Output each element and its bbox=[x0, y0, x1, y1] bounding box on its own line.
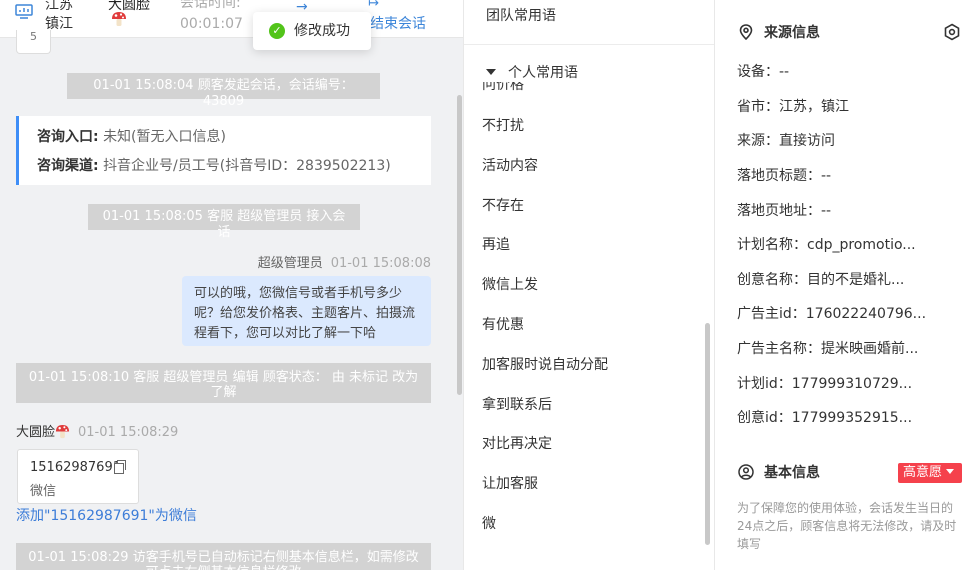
toast-message: 修改成功 bbox=[294, 23, 350, 39]
channel-label: 咨询渠道: bbox=[37, 158, 99, 174]
caret-down-icon bbox=[946, 469, 955, 474]
agent-message-bubble: 可以的哦，您微信号或者手机号多少呢？给您发价格表、主题客片、拍摄流程看下，您可以… bbox=[182, 276, 431, 346]
agent-message-header: 超级管理员 01-01 15:08:08 bbox=[258, 252, 431, 271]
source-row-landing-url: 落地页地址：-- bbox=[737, 203, 832, 219]
chat-time-label: 会话时间: bbox=[180, 0, 241, 11]
entry-label: 咨询入口: bbox=[37, 129, 99, 145]
customer-location: 江苏镇江 bbox=[45, 0, 73, 32]
system-message: 01-01 15:08:05 客服 超级管理员 接入会话 bbox=[88, 204, 360, 240]
agent-message-time: 01-01 15:08:08 bbox=[330, 256, 431, 271]
entry-row: 咨询入口: 未知(暂无入口信息) bbox=[37, 128, 226, 146]
system-message: 01-01 15:08:10 客服 超级管理员 编辑 顾客状态： 由 未标记 改… bbox=[16, 363, 431, 403]
phrase-item[interactable]: 让加客服 bbox=[482, 475, 538, 493]
collapsed-tab-stub[interactable]: 5 bbox=[16, 30, 51, 54]
chat-time-value: 00:01:07 bbox=[180, 16, 243, 32]
entry-value: 未知(暂无入口信息) bbox=[103, 129, 226, 145]
customer-message-time: 01-01 15:08:29 bbox=[78, 425, 179, 440]
check-circle-icon: ✓ bbox=[269, 23, 285, 39]
chat-header: 江苏镇江 大圆脸 会话时间: 00:01:07 → ↦ 结束会话 bbox=[0, 0, 463, 38]
source-row-landing-title: 落地页标题：-- bbox=[737, 168, 832, 184]
app-root: 江苏镇江 大圆脸 会话时间: 00:01:07 → ↦ 结束会话 5 ✓ 修改成… bbox=[0, 0, 976, 570]
source-row-region: 省市：江苏，镇江 bbox=[737, 99, 849, 115]
phrase-item[interactable]: 微 bbox=[482, 515, 496, 533]
source-row-creative-name: 创意名称：目的不是婚礼... bbox=[737, 272, 905, 288]
location-pin-icon bbox=[739, 24, 753, 40]
phone-number: 15162987691 bbox=[30, 460, 121, 475]
phrase-item[interactable]: 不存在 bbox=[482, 197, 524, 215]
source-row-advertiser-name: 广告主名称：提米映画婚前... bbox=[737, 341, 919, 357]
phrase-item[interactable]: 不打扰 bbox=[482, 117, 524, 135]
basic-info-title: 基本信息 bbox=[764, 465, 820, 481]
phrases-scrollbar[interactable] bbox=[705, 323, 710, 545]
quick-phrases-panel: 团队常用语 个人常用语 问价格 不打扰 活动内容 不存在 再追 微信上发 有优惠… bbox=[463, 0, 715, 570]
transfer-arrow-icon[interactable]: → bbox=[296, 0, 308, 14]
source-info-title: 来源信息 bbox=[764, 25, 820, 41]
personal-phrases-label: 个人常用语 bbox=[508, 65, 578, 81]
intent-level-dropdown[interactable]: 高意愿 bbox=[898, 463, 962, 483]
eye-icon[interactable] bbox=[943, 23, 961, 41]
phone-card: 15162987691 微信 bbox=[17, 449, 139, 504]
phone-type: 微信 bbox=[30, 484, 57, 499]
agent-name: 超级管理员 bbox=[257, 256, 323, 271]
edit-deadline-note: 为了保障您的使用体验，会话发生当日的24点之后，顾客信息将无法修改，请及时填写 bbox=[737, 501, 957, 551]
phrase-item[interactable]: 微信上发 bbox=[482, 276, 538, 294]
team-phrases-group[interactable]: 团队常用语 bbox=[486, 7, 556, 25]
intent-level-label: 高意愿 bbox=[903, 465, 943, 480]
team-phrases-label: 团队常用语 bbox=[486, 8, 556, 24]
source-row-advertiser-id: 广告主id：176022240796... bbox=[737, 306, 927, 322]
customer-info-panel: 来源信息 设备：-- 省市：江苏，镇江 来源：直接访问 落地页标题：-- 落地页… bbox=[716, 0, 976, 570]
channel-row: 咨询渠道: 抖音企业号/员工号(抖音号ID：2839502213) bbox=[37, 157, 391, 175]
mushroom-emoji-icon bbox=[55, 424, 70, 439]
add-wechat-link[interactable]: 添加"15162987691"为微信 bbox=[16, 507, 197, 525]
source-row-creative-id: 创意id：177999352915... bbox=[737, 410, 913, 426]
personal-phrases-group[interactable]: 个人常用语 bbox=[486, 64, 578, 82]
divider bbox=[464, 44, 714, 45]
phrase-item[interactable]: 加客服时说自动分配 bbox=[482, 356, 608, 374]
phrase-item[interactable]: 活动内容 bbox=[482, 157, 538, 175]
channel-value: 抖音企业号/员工号(抖音号ID：2839502213) bbox=[103, 158, 391, 174]
phrase-item[interactable]: 对比再决定 bbox=[482, 435, 552, 453]
basic-info-header: 基本信息 bbox=[738, 464, 820, 482]
copy-icon[interactable] bbox=[114, 460, 126, 474]
customer-name: 大圆脸 bbox=[16, 425, 56, 440]
source-row-plan-name: 计划名称：cdp_promotio... bbox=[737, 237, 916, 253]
source-row-plan-id: 计划id：177999310729... bbox=[737, 376, 913, 392]
entry-info-card: 咨询入口: 未知(暂无入口信息) 咨询渠道: 抖音企业号/员工号(抖音号ID：2… bbox=[16, 116, 431, 185]
caret-down-icon bbox=[486, 69, 496, 75]
mushroom-emoji-icon bbox=[112, 12, 126, 26]
customer-message-header: 大圆脸 01-01 15:08:29 bbox=[16, 424, 178, 442]
exit-icon[interactable]: ↦ bbox=[368, 0, 379, 10]
phrase-item[interactable]: 有优惠 bbox=[482, 316, 524, 334]
chat-panel: 江苏镇江 大圆脸 会话时间: 00:01:07 → ↦ 结束会话 5 ✓ 修改成… bbox=[0, 0, 463, 570]
phrase-item[interactable]: 拿到联系后 bbox=[482, 396, 552, 414]
chat-scrollbar[interactable] bbox=[457, 95, 462, 395]
source-info-header: 来源信息 bbox=[738, 24, 820, 42]
user-circle-icon bbox=[738, 464, 754, 480]
source-row-origin: 来源：直接访问 bbox=[737, 133, 835, 149]
end-chat-button[interactable]: 结束会话 bbox=[370, 15, 426, 33]
monitor-icon bbox=[15, 4, 33, 19]
phrase-item[interactable]: 再追 bbox=[482, 236, 510, 254]
phrase-item-clipped[interactable]: 问价格 bbox=[482, 82, 524, 92]
system-message: 01-01 15:08:29 访客手机号已自动标记右侧基本信息栏，如需修改可点击… bbox=[16, 543, 431, 570]
phrase-item-label: 问价格 bbox=[482, 82, 524, 92]
source-row-device: 设备：-- bbox=[737, 64, 790, 80]
success-toast: ✓ 修改成功 bbox=[253, 12, 371, 50]
system-message: 01-01 15:08:04 顾客发起会话，会话编号：43809 bbox=[67, 73, 380, 109]
